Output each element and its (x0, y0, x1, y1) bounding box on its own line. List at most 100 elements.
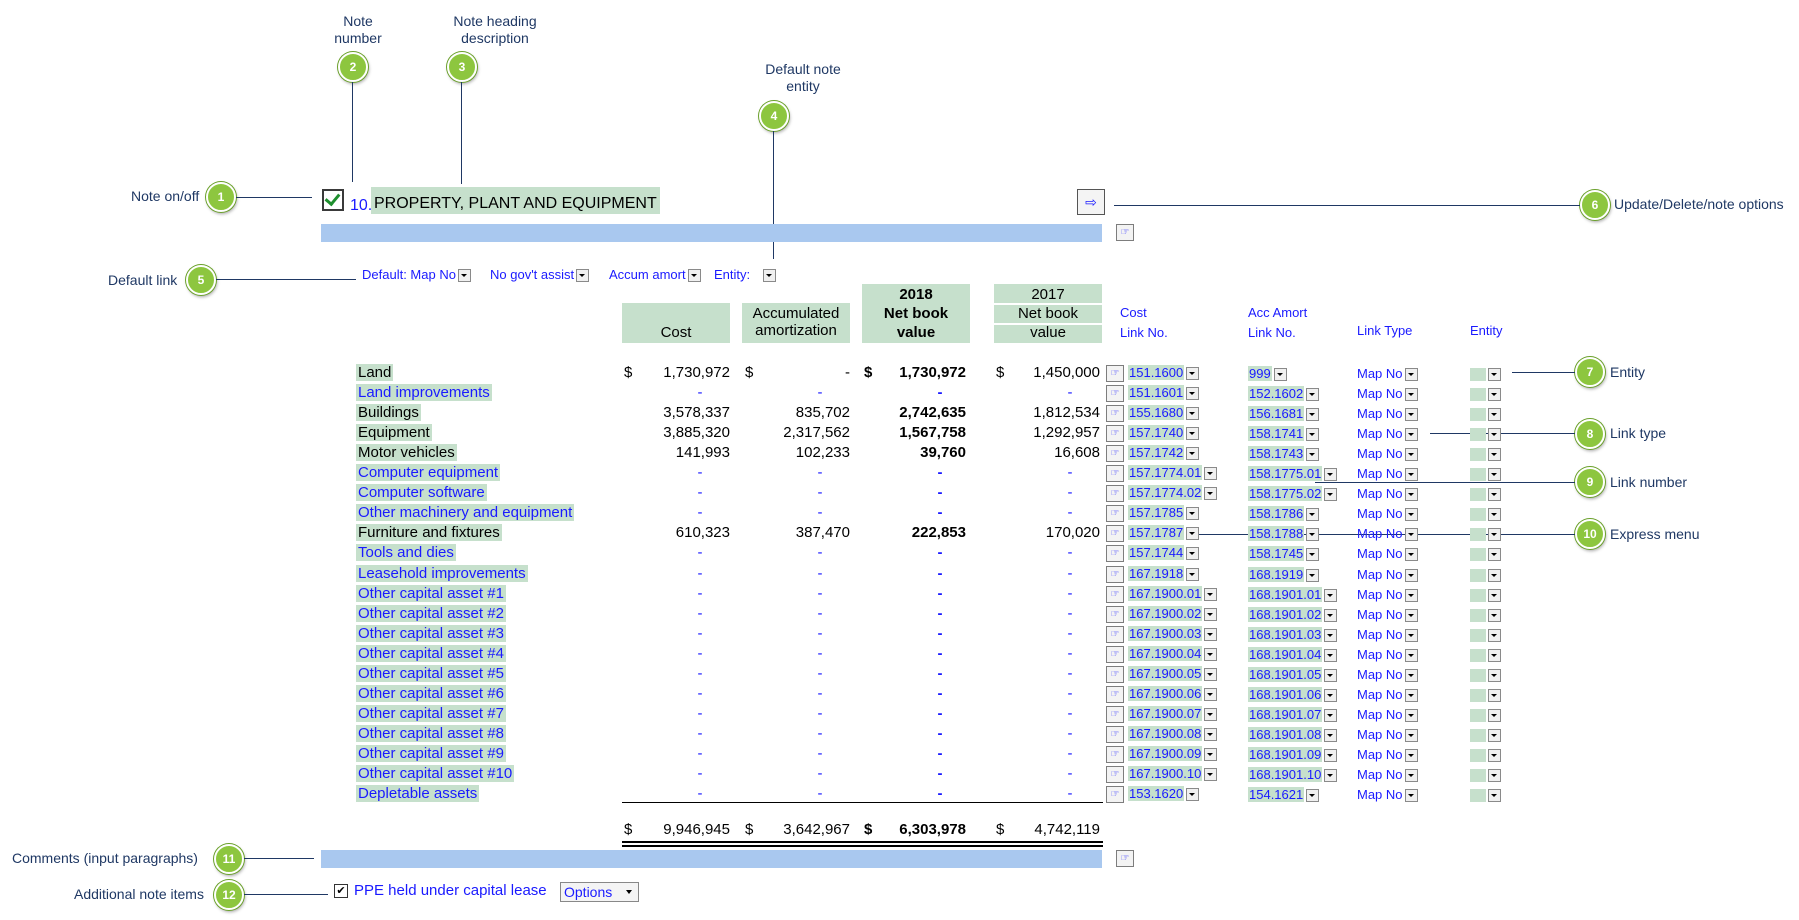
entity-dropdown[interactable] (1470, 707, 1501, 723)
acc-amort-link-dropdown[interactable]: 158.1745 (1248, 546, 1320, 562)
row-cost[interactable]: 3,578,337 (650, 404, 730, 421)
row-prior-year[interactable]: 1,812,534 (1012, 404, 1100, 421)
hand-pointer-icon[interactable]: ☞ (1106, 666, 1124, 683)
row-cost[interactable]: - (650, 484, 750, 501)
link-type-dropdown[interactable]: Map No (1357, 486, 1418, 502)
link-type-dropdown[interactable]: Map No (1357, 667, 1418, 683)
row-cost[interactable]: - (650, 765, 750, 782)
row-accum[interactable]: - (770, 625, 870, 642)
hand-pointer-icon[interactable]: ☞ (1106, 425, 1124, 442)
row-cost[interactable]: - (650, 665, 750, 682)
acc-amort-link-dropdown[interactable]: 156.1681 (1248, 406, 1320, 422)
entity-dropdown[interactable] (1470, 567, 1501, 583)
note-options-icon[interactable]: ⇨ (1077, 189, 1105, 215)
default-map-dropdown[interactable]: Default: Map No (362, 267, 471, 283)
row-accum[interactable]: - (770, 665, 870, 682)
row-cost[interactable]: - (650, 725, 750, 742)
row-label[interactable]: Other capital asset #8 (356, 725, 506, 742)
link-type-dropdown[interactable]: Map No (1357, 627, 1418, 643)
note-heading-title[interactable]: PROPERTY, PLANT AND EQUIPMENT (371, 187, 660, 214)
hand-pointer-icon[interactable]: ☞ (1106, 385, 1124, 402)
heading-paragraph-bar[interactable] (321, 224, 1102, 242)
row-accum[interactable]: - (770, 765, 870, 782)
hand-pointer-icon[interactable]: ☞ (1106, 726, 1124, 743)
row-cost[interactable]: - (650, 565, 750, 582)
acc-amort-link-dropdown[interactable]: 154.1621 (1248, 787, 1320, 803)
hand-pointer-icon[interactable]: ☞ (1106, 706, 1124, 723)
acc-amort-link-dropdown[interactable]: 158.1775.02 (1248, 486, 1338, 502)
options-dropdown[interactable]: Options (560, 882, 639, 902)
row-cost[interactable]: - (650, 705, 750, 722)
cost-link-dropdown[interactable]: 151.1600 (1128, 365, 1200, 381)
row-cost[interactable]: - (650, 504, 750, 521)
acc-amort-link-dropdown[interactable]: 158.1741 (1248, 426, 1320, 442)
row-cost[interactable]: 610,323 (650, 524, 730, 541)
acc-amort-link-dropdown[interactable]: 168.1901.03 (1248, 627, 1338, 643)
row-label[interactable]: Buildings (356, 404, 421, 421)
ppe-capital-lease-checkbox[interactable]: ✔ (334, 884, 348, 898)
link-type-dropdown[interactable]: Map No (1357, 466, 1418, 482)
acc-amort-link-dropdown[interactable]: 158.1743 (1248, 446, 1320, 462)
hand-pointer-icon[interactable]: ☞ (1106, 586, 1124, 603)
cost-link-dropdown[interactable]: 167.1900.02 (1128, 606, 1218, 622)
accum-amort-dropdown[interactable]: Accum amort (609, 267, 701, 283)
row-accum[interactable]: - (770, 484, 870, 501)
hand-pointer-icon[interactable]: ☞ (1106, 686, 1124, 703)
entity-dropdown[interactable] (1470, 687, 1501, 703)
acc-amort-link-dropdown[interactable]: 168.1901.01 (1248, 587, 1338, 603)
cost-link-dropdown[interactable]: 157.1774.01 (1128, 465, 1218, 481)
row-prior-year[interactable]: - (1020, 665, 1120, 682)
link-type-dropdown[interactable]: Map No (1357, 366, 1418, 382)
link-type-dropdown[interactable]: Map No (1357, 607, 1418, 623)
row-label[interactable]: Land (356, 364, 394, 381)
row-cost[interactable]: - (650, 544, 750, 561)
hand-pointer-icon[interactable]: ☞ (1106, 525, 1124, 542)
entity-dropdown[interactable] (1470, 506, 1501, 522)
row-label[interactable]: Other capital asset #4 (356, 645, 506, 662)
row-label[interactable]: Other capital asset #3 (356, 625, 506, 642)
entity-dropdown[interactable] (1470, 526, 1501, 542)
row-accum[interactable]: - (770, 725, 870, 742)
row-prior-year[interactable]: - (1020, 544, 1120, 561)
cost-link-dropdown[interactable]: 153.1620 (1128, 786, 1200, 802)
row-cost[interactable]: 141,993 (650, 444, 730, 461)
row-cost[interactable]: - (650, 464, 750, 481)
link-type-dropdown[interactable]: Map No (1357, 747, 1418, 763)
row-label[interactable]: Other machinery and equipment (356, 504, 575, 521)
row-prior-year[interactable]: - (1020, 745, 1120, 762)
hand-pointer-icon[interactable]: ☞ (1106, 505, 1124, 522)
row-prior-year[interactable]: - (1020, 605, 1120, 622)
link-type-dropdown[interactable]: Map No (1357, 546, 1418, 562)
row-prior-year[interactable]: - (1020, 585, 1120, 602)
link-type-dropdown[interactable]: Map No (1357, 426, 1418, 442)
row-accum[interactable]: - (770, 785, 870, 802)
row-cost[interactable]: - (650, 785, 750, 802)
cost-link-dropdown[interactable]: 167.1900.06 (1128, 686, 1218, 702)
cost-link-dropdown[interactable]: 157.1774.02 (1128, 485, 1218, 501)
row-label[interactable]: Motor vehicles (356, 444, 457, 461)
row-accum[interactable]: 102,233 (760, 444, 850, 461)
row-accum[interactable]: - (770, 565, 870, 582)
hand-pointer-icon[interactable]: ☞ (1106, 606, 1124, 623)
row-prior-year[interactable]: - (1020, 625, 1120, 642)
row-prior-year[interactable]: - (1020, 504, 1120, 521)
entity-dropdown[interactable] (1470, 767, 1501, 783)
cost-link-dropdown[interactable]: 167.1900.08 (1128, 726, 1218, 742)
row-accum[interactable]: 2,317,562 (760, 424, 850, 441)
row-label[interactable]: Leasehold improvements (356, 565, 528, 582)
row-prior-year[interactable]: - (1020, 685, 1120, 702)
row-accum[interactable]: - (770, 585, 870, 602)
cost-link-dropdown[interactable]: 167.1900.04 (1128, 646, 1218, 662)
entity-dropdown[interactable] (1470, 647, 1501, 663)
cost-link-dropdown[interactable]: 167.1918 (1128, 566, 1200, 582)
row-label[interactable]: Other capital asset #7 (356, 705, 506, 722)
hand-pointer-icon[interactable]: ☞ (1106, 766, 1124, 783)
entity-dropdown[interactable] (1470, 446, 1501, 462)
entity-dropdown[interactable] (1470, 486, 1501, 502)
cost-link-dropdown[interactable]: 151.1601 (1128, 385, 1200, 401)
acc-amort-link-dropdown[interactable]: 168.1901.07 (1248, 707, 1338, 723)
row-cost[interactable]: - (650, 605, 750, 622)
entity-dropdown[interactable] (1470, 587, 1501, 603)
row-accum[interactable]: - (770, 745, 870, 762)
link-type-dropdown[interactable]: Map No (1357, 787, 1418, 803)
